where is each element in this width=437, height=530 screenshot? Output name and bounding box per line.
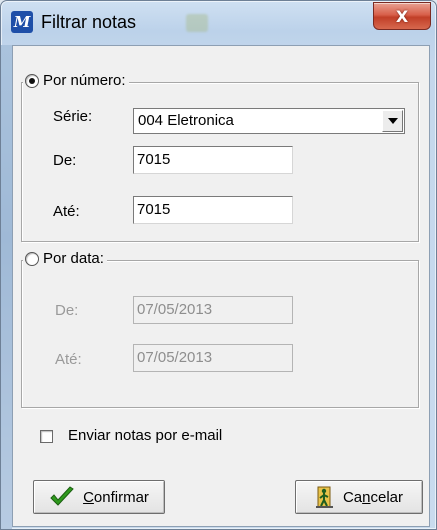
app-icon: M: [11, 11, 33, 33]
close-icon: X: [395, 6, 409, 26]
serie-select[interactable]: 004 Eletronica: [133, 108, 405, 134]
window-frame-left: [1, 45, 12, 529]
serie-select-value: 004 Eletronica: [138, 112, 234, 129]
enviar-email-checkbox[interactable]: [40, 430, 53, 443]
data-de-input[interactable]: 07/05/2013: [133, 296, 293, 324]
por-data-label: Por data:: [43, 250, 104, 267]
data-ate-input[interactable]: 07/05/2013: [133, 344, 293, 372]
chevron-down-icon[interactable]: [382, 110, 403, 132]
por-numero-option[interactable]: Por número:: [23, 72, 129, 89]
por-data-radio[interactable]: [25, 251, 39, 266]
numero-ate-input[interactable]: 7015: [133, 196, 293, 224]
dialog-body: Por número: Série: 004 Eletronica De: 70…: [12, 45, 430, 527]
data-ate-label: Até:: [55, 351, 82, 368]
close-button[interactable]: X: [373, 2, 431, 30]
confirmar-button[interactable]: Confirmar: [33, 480, 165, 514]
title-bar-ghost-icon: [186, 14, 208, 32]
numero-ate-label: Até:: [53, 203, 80, 220]
numero-de-input[interactable]: 7015: [133, 146, 293, 174]
check-icon: [49, 486, 75, 508]
app-icon-glyph: M: [13, 13, 31, 31]
title-bar[interactable]: M Filtrar notas X: [1, 1, 436, 45]
por-data-option[interactable]: Por data:: [23, 250, 107, 267]
confirmar-label: Confirmar: [83, 488, 149, 506]
por-numero-label: Por número:: [43, 72, 126, 89]
data-de-label: De:: [55, 302, 79, 319]
por-data-group: [21, 260, 419, 408]
serie-label: Série:: [53, 108, 93, 125]
numero-de-label: De:: [53, 152, 77, 169]
exit-door-icon: [315, 485, 335, 509]
cancelar-button[interactable]: Cancelar: [295, 480, 423, 514]
window-title: Filtrar notas: [41, 12, 137, 32]
por-numero-radio[interactable]: [25, 73, 39, 88]
cancelar-label: Cancelar: [342, 488, 404, 506]
enviar-email-label[interactable]: Enviar notas por e-mail: [68, 427, 222, 444]
dialog-window: M Filtrar notas X Por número: Série: 004…: [0, 0, 437, 530]
